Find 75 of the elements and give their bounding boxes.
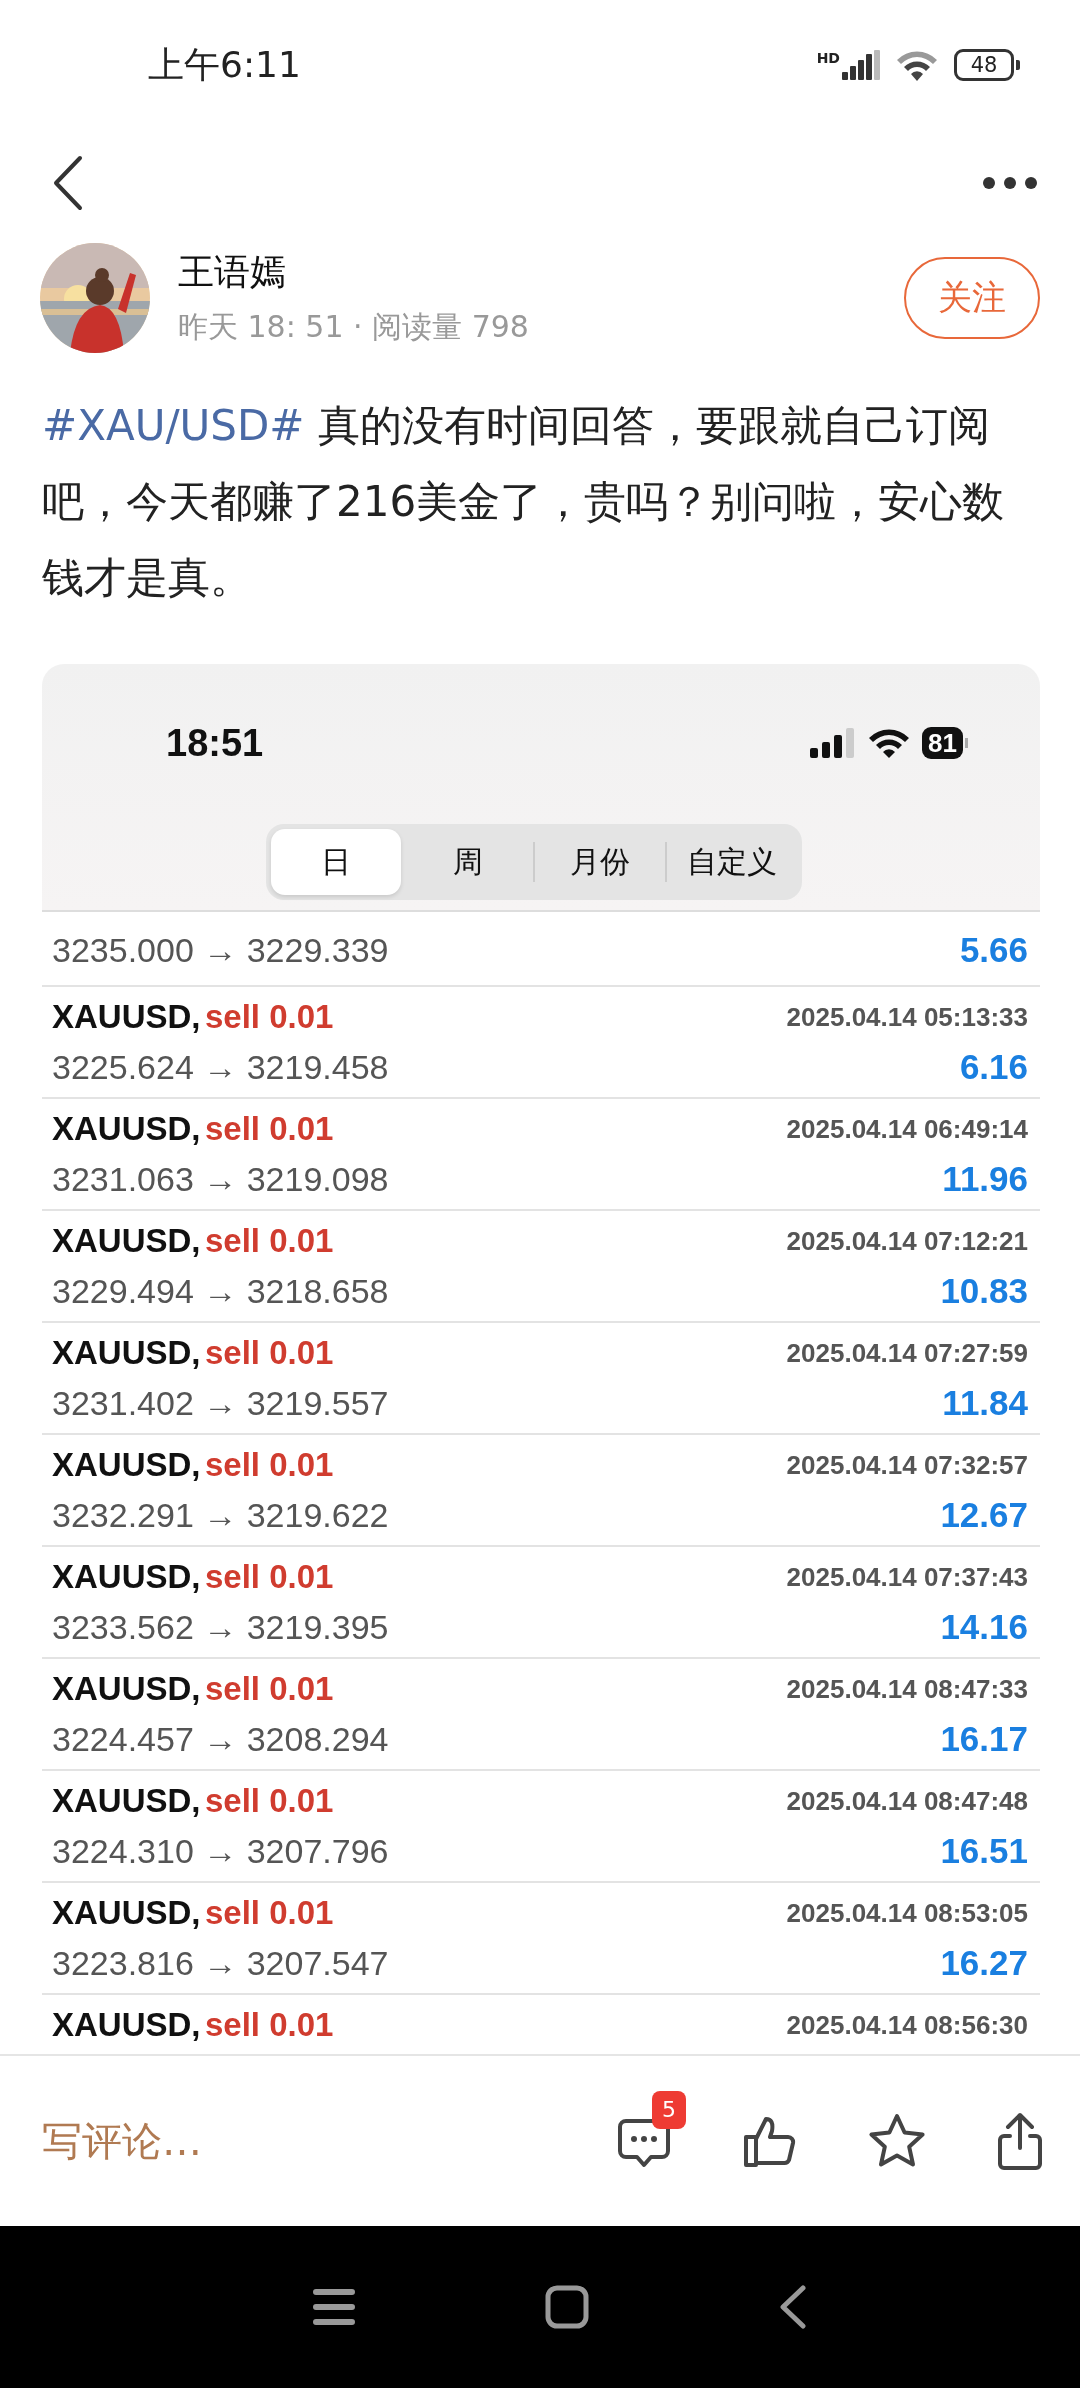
- order-side: sell 0.01: [205, 1334, 334, 1371]
- order-side: sell 0.01: [205, 1670, 334, 1707]
- trade-time: 2025.04.14 05:13:33: [786, 1001, 1028, 1033]
- order-side: sell 0.01: [205, 998, 334, 1035]
- order-side: sell 0.01: [205, 1222, 334, 1259]
- symbol-label: XAUUSD,: [52, 1222, 201, 1259]
- symbol-label: XAUUSD,: [52, 1110, 201, 1147]
- price-range: 3231.063 → 3219.098: [52, 1159, 389, 1199]
- profit-value: 16.27: [940, 1943, 1028, 1983]
- symbol-label: XAUUSD,: [52, 1558, 201, 1595]
- price-range: 3233.562 → 3219.395: [52, 1607, 389, 1647]
- price-range: 3231.402 → 3219.557: [52, 1383, 389, 1423]
- comment-field[interactable]: 写评论…: [42, 2113, 546, 2169]
- symbol-label: XAUUSD,: [52, 998, 201, 1035]
- trade-time: 2025.04.14 08:47:33: [786, 1673, 1028, 1705]
- symbol-label: XAUUSD,: [52, 1334, 201, 1371]
- back-icon[interactable]: [52, 154, 84, 211]
- order-side: sell 0.01: [205, 2006, 334, 2043]
- clock: 上午6:11: [148, 42, 301, 87]
- order-side: sell 0.01: [205, 1782, 334, 1819]
- star-icon[interactable]: [868, 2113, 926, 2169]
- battery-level: 48: [954, 49, 1014, 81]
- order-side: sell 0.01: [205, 1558, 334, 1595]
- profit-value: 16.17: [940, 1719, 1028, 1759]
- order-side: sell 0.01: [205, 1446, 334, 1483]
- price-range: 3232.291 → 3219.622: [52, 1495, 389, 1535]
- symbol-label: XAUUSD,: [52, 1782, 201, 1819]
- symbol-label: XAUUSD,: [52, 1670, 201, 1707]
- comment-count-badge: 5: [652, 2091, 686, 2129]
- profit-value: 10.83: [940, 1271, 1028, 1311]
- trade-time: 2025.04.14 07:37:43: [786, 1561, 1028, 1593]
- order-side: sell 0.01: [205, 1894, 334, 1931]
- order-side: sell 0.01: [205, 1110, 334, 1147]
- symbol-label: XAUUSD,: [52, 1446, 201, 1483]
- signal-icon: [842, 50, 880, 80]
- back-icon[interactable]: [779, 2285, 807, 2329]
- share-icon[interactable]: [996, 2112, 1044, 2170]
- trade-time: 2025.04.14 08:56:30: [786, 2009, 1028, 2041]
- network-type: HD: [816, 50, 840, 66]
- signal-icon: [810, 728, 857, 758]
- price-range: 3223.816 → 3207.547: [52, 1943, 389, 1983]
- symbol-label: XAUUSD,: [52, 2006, 201, 2043]
- trade-time: 2025.04.14 07:27:59: [786, 1337, 1028, 1369]
- author-name[interactable]: 王语嫣: [178, 247, 876, 297]
- profit-value: 5.66: [959, 930, 1028, 970]
- trade-time: 2025.04.14 08:53:05: [786, 1897, 1028, 1929]
- post-text: #XAU/USD# 真的没有时间回答，要跟就自己订阅吧，今天都赚了216美金了，贵吗？别问啦，安心数钱才是真。: [42, 400, 1006, 604]
- period-tab[interactable]: 自定义: [667, 829, 797, 895]
- trade-time: 2025.04.14 08:47:48: [786, 1785, 1028, 1817]
- clock: 18:51: [166, 721, 264, 765]
- wifi-icon: [868, 727, 911, 759]
- price-range: 3224.457 → 3208.294: [52, 1719, 389, 1759]
- profit-value: 12.67: [940, 1495, 1028, 1535]
- period-tab[interactable]: 日: [271, 829, 401, 895]
- trade-time: 2025.04.14 07:12:21: [786, 1225, 1028, 1257]
- trade-time: 2025.04.14 06:49:14: [786, 1113, 1028, 1145]
- symbol-label: XAUUSD,: [52, 1894, 201, 1931]
- period-tab[interactable]: 月份: [535, 829, 665, 895]
- period-tab[interactable]: 周: [403, 829, 533, 895]
- profit-value: 6.16: [959, 1047, 1028, 1087]
- price-range: 3235.000 → 3229.339: [52, 930, 389, 970]
- price-range: 3224.310 → 3207.796: [52, 1831, 389, 1871]
- home-icon[interactable]: [545, 2285, 589, 2329]
- menu-icon[interactable]: [313, 2288, 355, 2326]
- post-meta: 昨天 18: 51 · 阅读量 798: [178, 307, 530, 346]
- profit-value: 11.84: [942, 1383, 1028, 1423]
- hashtag-link[interactable]: #XAU/USD#: [42, 401, 305, 450]
- profit-value: 14.16: [940, 1607, 1028, 1647]
- trade-time: 2025.04.14 07:32:57: [786, 1449, 1028, 1481]
- price-range: 3225.624 → 3219.458: [52, 1047, 389, 1087]
- battery-level: 81: [922, 727, 963, 759]
- profit-value: 11.96: [942, 1159, 1028, 1199]
- more-icon[interactable]: [982, 175, 1038, 190]
- profit-value: 16.51: [940, 1831, 1028, 1871]
- price-range: 3229.494 → 3218.658: [52, 1271, 389, 1311]
